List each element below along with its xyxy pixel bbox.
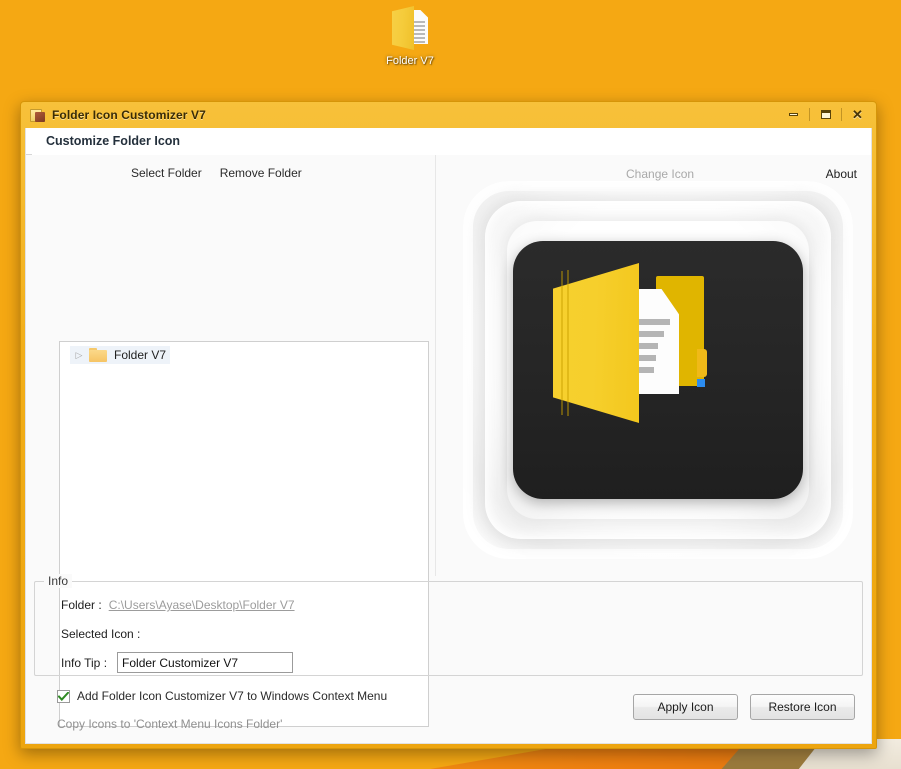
selected-icon-row: Selected Icon : — [35, 627, 862, 641]
info-tip-row: Info Tip : — [35, 652, 862, 673]
context-menu-checkbox[interactable] — [57, 689, 70, 703]
folder-document-icon — [388, 4, 432, 52]
desktop: Folder V7 Folder Icon Customizer V7 ✕ Cu… — [0, 0, 901, 769]
info-group-legend: Info — [44, 574, 73, 588]
checkmark-icon — [58, 691, 69, 701]
folder-document-icon-preview[interactable] — [513, 241, 803, 499]
select-folder-button[interactable]: Select Folder — [131, 166, 202, 180]
preview-frame — [463, 181, 853, 559]
left-panel: Select Folder Remove Folder ▷ Folder V7 — [26, 155, 435, 727]
restore-icon-button[interactable]: Restore Icon — [750, 694, 855, 720]
info-tip-label: Info Tip : — [61, 655, 108, 670]
folder-path-link[interactable]: C:\Users\Ayase\Desktop\Folder V7 — [109, 598, 295, 612]
application-window: Folder Icon Customizer V7 ✕ Customize Fo… — [20, 101, 877, 749]
folder-crease — [561, 271, 563, 415]
icon-preview-area — [448, 175, 868, 565]
tree-item-label: Folder V7 — [114, 348, 167, 362]
apply-icon-button[interactable]: Apply Icon — [633, 694, 738, 720]
remove-folder-button[interactable]: Remove Folder — [220, 166, 302, 180]
tab-strip-filler — [163, 128, 871, 155]
content-area: Select Folder Remove Folder ▷ Folder V7 — [26, 155, 871, 743]
control-separator — [809, 108, 810, 121]
maximize-button[interactable] — [815, 106, 836, 123]
left-toolbar: Select Folder Remove Folder — [26, 155, 435, 180]
chevron-right-icon[interactable]: ▷ — [72, 350, 86, 360]
window-controls: ✕ — [783, 106, 868, 123]
folder-shape — [392, 6, 414, 50]
info-group-box: Info Folder : C:\Users\Ayase\Desktop\Fol… — [34, 574, 863, 676]
document-lines — [636, 319, 678, 379]
window-client-area: Customize Folder Icon Select Folder Remo… — [25, 128, 872, 744]
info-tip-input[interactable] — [117, 652, 294, 673]
desktop-icon-label: Folder V7 — [386, 55, 434, 67]
tab-strip: Customize Folder Icon — [26, 128, 871, 155]
yellow-tag-marker — [697, 349, 707, 377]
folder-front-panel — [553, 263, 639, 423]
title-bar[interactable]: Folder Icon Customizer V7 ✕ — [25, 102, 872, 128]
selected-icon-label: Selected Icon : — [61, 627, 141, 641]
desktop-icon-folder-v7[interactable]: Folder V7 — [368, 4, 452, 78]
control-separator — [841, 108, 842, 121]
minimize-button[interactable] — [783, 106, 804, 123]
close-icon: ✕ — [852, 106, 863, 122]
right-panel: Change Icon About — [436, 155, 871, 576]
maximize-icon — [820, 110, 831, 119]
action-button-row: Apply Icon Restore Icon — [633, 694, 855, 720]
context-menu-checkbox-label: Add Folder Icon Customizer V7 to Windows… — [77, 689, 388, 703]
minimize-icon — [789, 113, 798, 116]
window-title: Folder Icon Customizer V7 — [52, 108, 206, 122]
footer-area: Add Folder Icon Customizer V7 to Windows… — [26, 685, 871, 743]
tab-customize-folder-icon[interactable]: Customize Folder Icon — [32, 128, 195, 155]
folder-crease — [567, 270, 569, 416]
app-folder-icon — [30, 108, 46, 123]
tree-item-folder-v7[interactable]: ▷ Folder V7 — [70, 346, 171, 364]
folder-row: Folder : C:\Users\Ayase\Desktop\Folder V… — [35, 598, 862, 612]
close-button[interactable]: ✕ — [847, 106, 868, 123]
folder-label: Folder : — [61, 598, 102, 612]
folder-icon — [89, 348, 107, 362]
blue-tag-marker — [697, 379, 705, 387]
